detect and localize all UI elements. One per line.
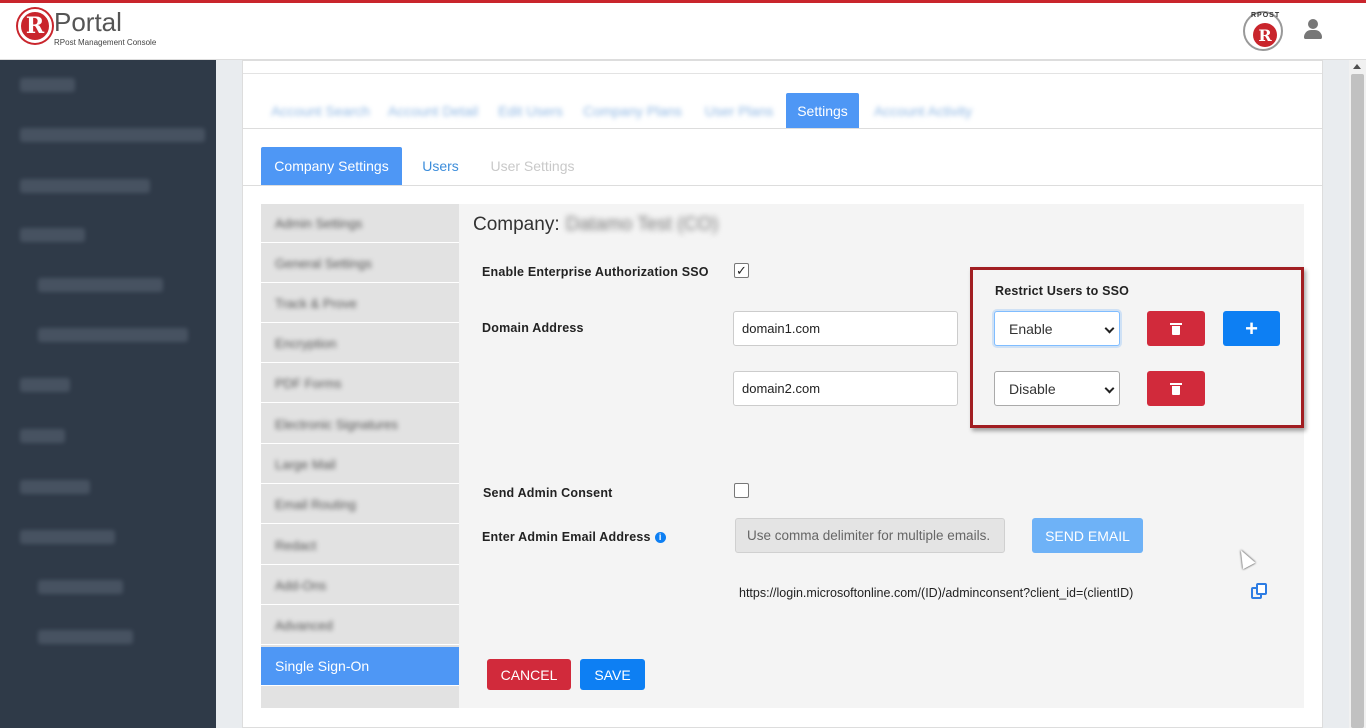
app-subtitle: RPost Management Console [54, 38, 157, 47]
domain-input-2[interactable]: domain2.com [733, 371, 958, 406]
logo-r-icon: R [18, 9, 52, 43]
rportal-logo[interactable]: R Portal RPost Management Console [18, 9, 156, 47]
menu-item-email-routing[interactable]: Email Routing [261, 485, 459, 524]
menu-item-general-settings[interactable]: General Settings [261, 244, 459, 283]
sidebar-item[interactable] [38, 630, 133, 644]
sidebar-item[interactable] [38, 278, 163, 292]
subtab-company-settings[interactable]: Company Settings [261, 147, 402, 185]
tab-account-detail[interactable]: Account Detail [383, 93, 483, 129]
menu-item-advanced[interactable]: Advanced [261, 606, 459, 645]
tab-settings[interactable]: Settings [786, 93, 859, 129]
cancel-button[interactable]: CANCEL [487, 659, 571, 690]
menu-item-single-sign-on[interactable]: Single Sign-On [261, 647, 459, 686]
tab-user-plans[interactable]: User Plans [699, 93, 779, 129]
sidebar-item[interactable] [38, 328, 188, 342]
user-menu-icon[interactable] [1303, 19, 1323, 41]
copy-icon[interactable] [1251, 583, 1269, 601]
app-header: R Portal RPost Management Console RPOST … [0, 3, 1366, 60]
sidebar-item[interactable] [20, 228, 85, 242]
menu-item-pdf-forms[interactable]: PDF Forms [261, 364, 459, 403]
menu-item-large-mail[interactable]: Large Mail [261, 445, 459, 484]
scroll-thumb[interactable] [1351, 74, 1364, 728]
save-button[interactable]: SAVE [580, 659, 645, 690]
sidebar-item[interactable] [20, 179, 150, 193]
subtab-users[interactable]: Users [413, 147, 468, 185]
sidebar-item[interactable] [20, 78, 75, 92]
send-consent-checkbox[interactable] [734, 483, 749, 498]
menu-item-electronic-signatures[interactable]: Electronic Signatures [261, 405, 459, 444]
enable-sso-checkbox[interactable]: ✓ [734, 263, 749, 278]
company-name: Datamo Test (CO) [565, 214, 719, 235]
consent-url: https://login.microsoftonline.com/(ID)/a… [739, 586, 1134, 600]
app-title: Portal [54, 7, 122, 37]
highlight-frame [970, 267, 1304, 428]
sidebar-item[interactable] [20, 378, 70, 392]
scroll-up-icon[interactable] [1353, 64, 1361, 69]
tab-account-activity[interactable]: Account Activity [868, 93, 978, 129]
rpost-badge-icon: RPOST R [1243, 11, 1283, 51]
send-email-button[interactable]: SEND EMAIL [1032, 518, 1143, 553]
company-heading: Company: Datamo Test (CO) [473, 214, 719, 235]
admin-email-label: Enter Admin Email Address i [482, 530, 666, 544]
menu-item-redact[interactable]: Redact [261, 526, 459, 565]
tab-account-search[interactable]: Account Search [268, 93, 373, 129]
menu-item-encryption[interactable]: Encryption [261, 324, 459, 363]
sidebar-item[interactable] [20, 429, 65, 443]
send-consent-label: Send Admin Consent [483, 486, 613, 500]
domain-address-label: Domain Address [482, 321, 584, 335]
admin-email-input[interactable]: Use comma delimiter for multiple emails. [735, 518, 1005, 553]
subtab-user-settings: User Settings [490, 158, 575, 174]
domain-input-1[interactable]: domain1.com [733, 311, 958, 346]
sidebar-item[interactable] [20, 530, 115, 544]
sidebar-item[interactable] [20, 128, 205, 142]
sidebar-item[interactable] [38, 580, 123, 594]
enable-sso-label: Enable Enterprise Authorization SSO [482, 265, 709, 279]
menu-item-add-ons[interactable]: Add-Ons [261, 566, 459, 605]
settings-menu: Admin Settings General Settings Track & … [261, 204, 459, 708]
tab-company-plans[interactable]: Company Plans [580, 93, 685, 129]
info-icon[interactable]: i [654, 532, 666, 543]
tab-edit-users[interactable]: Edit Users [493, 93, 568, 129]
menu-item-track-prove[interactable]: Track & Prove [261, 284, 459, 323]
sidebar-item[interactable] [20, 480, 90, 494]
page-scrollbar[interactable] [1349, 60, 1366, 728]
sidebar [0, 60, 216, 728]
menu-item-admin-settings[interactable]: Admin Settings [261, 204, 459, 243]
